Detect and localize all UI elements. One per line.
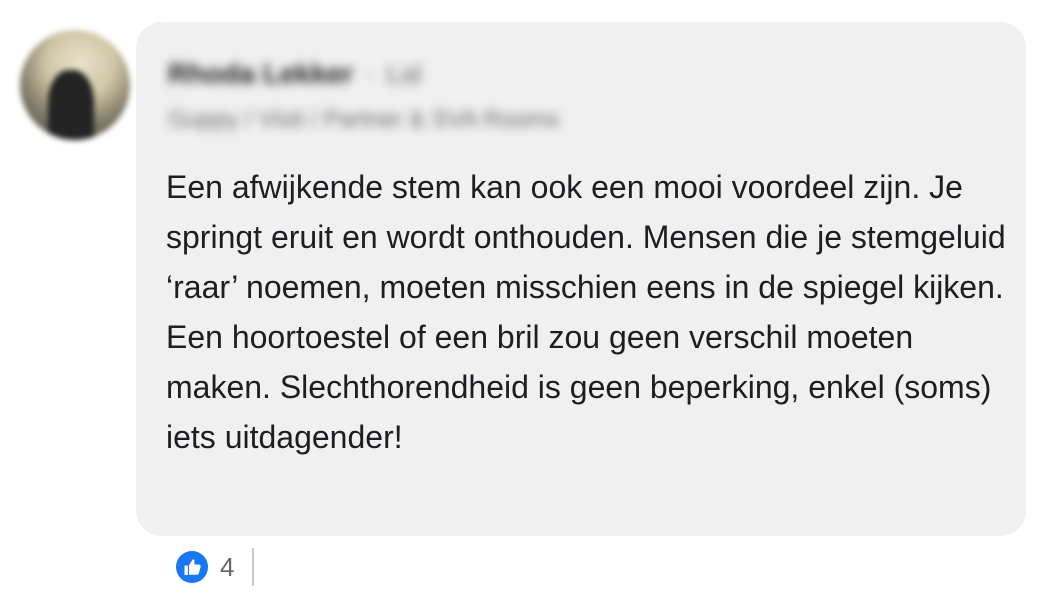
comment-text: Een afwijkende stem kan ook een mooi voo… xyxy=(166,169,1006,455)
comment-bubble: Rhoda Lekker · Lid Guppy / Visit / Partn… xyxy=(136,22,1026,536)
avatar-figure xyxy=(48,70,94,140)
author-status: Lid xyxy=(386,58,422,89)
author-line: Rhoda Lekker · Lid xyxy=(168,58,421,90)
author-name[interactable]: Rhoda Lekker xyxy=(168,58,353,90)
author-subtitle: Guppy / Visit / Partner & SVA Rooms xyxy=(168,106,560,133)
comment-page: Rhoda Lekker · Lid Guppy / Visit / Partn… xyxy=(0,0,1052,610)
like-count[interactable]: 4 xyxy=(220,552,234,583)
avatar[interactable] xyxy=(20,30,130,140)
divider xyxy=(252,548,255,586)
thumbs-up-icon xyxy=(176,551,208,583)
author-separator: · xyxy=(365,58,375,89)
reactions-bar[interactable]: 4 xyxy=(176,546,255,588)
